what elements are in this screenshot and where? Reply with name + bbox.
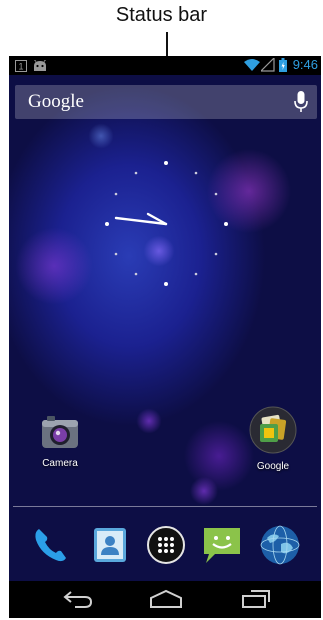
notification-1-icon: 1 xyxy=(15,59,27,77)
people-icon xyxy=(94,528,126,562)
browser-icon xyxy=(260,525,300,565)
cellular-signal-icon xyxy=(259,56,275,77)
all-apps-icon xyxy=(147,526,185,564)
analog-clock-widget[interactable] xyxy=(105,161,231,287)
mic-icon[interactable] xyxy=(294,91,308,118)
status-bar: 1 9:46 xyxy=(9,56,321,75)
messaging-app[interactable] xyxy=(201,524,243,566)
back-icon[interactable] xyxy=(61,589,95,614)
google-folder[interactable]: Google xyxy=(245,406,301,472)
people-app[interactable] xyxy=(89,524,131,566)
recent-apps-icon[interactable] xyxy=(239,589,273,614)
battery-icon xyxy=(279,58,287,77)
camera-app[interactable]: Camera xyxy=(35,413,85,469)
all-apps-button[interactable] xyxy=(145,524,187,566)
phone-icon xyxy=(35,529,66,562)
google-folder-icon xyxy=(249,406,297,454)
home-icon[interactable] xyxy=(149,589,183,614)
status-time: 9:46 xyxy=(292,57,318,72)
android-debug-icon xyxy=(32,59,48,77)
messaging-icon xyxy=(204,528,240,563)
camera-app-label: Camera xyxy=(42,458,78,469)
dock-divider xyxy=(13,506,317,507)
browser-app[interactable] xyxy=(259,524,301,566)
wifi-icon xyxy=(244,58,260,77)
google-folder-label: Google xyxy=(256,461,290,472)
annotation-label: Status bar xyxy=(115,4,208,26)
navigation-bar xyxy=(9,581,321,618)
svg-text:1: 1 xyxy=(18,62,23,72)
device-screen: 1 9:46 Google Camera Google xyxy=(9,56,321,618)
search-label: Google xyxy=(28,91,84,112)
camera-icon xyxy=(42,416,78,448)
phone-app[interactable] xyxy=(29,524,71,566)
google-search-bar[interactable]: Google xyxy=(15,85,317,119)
